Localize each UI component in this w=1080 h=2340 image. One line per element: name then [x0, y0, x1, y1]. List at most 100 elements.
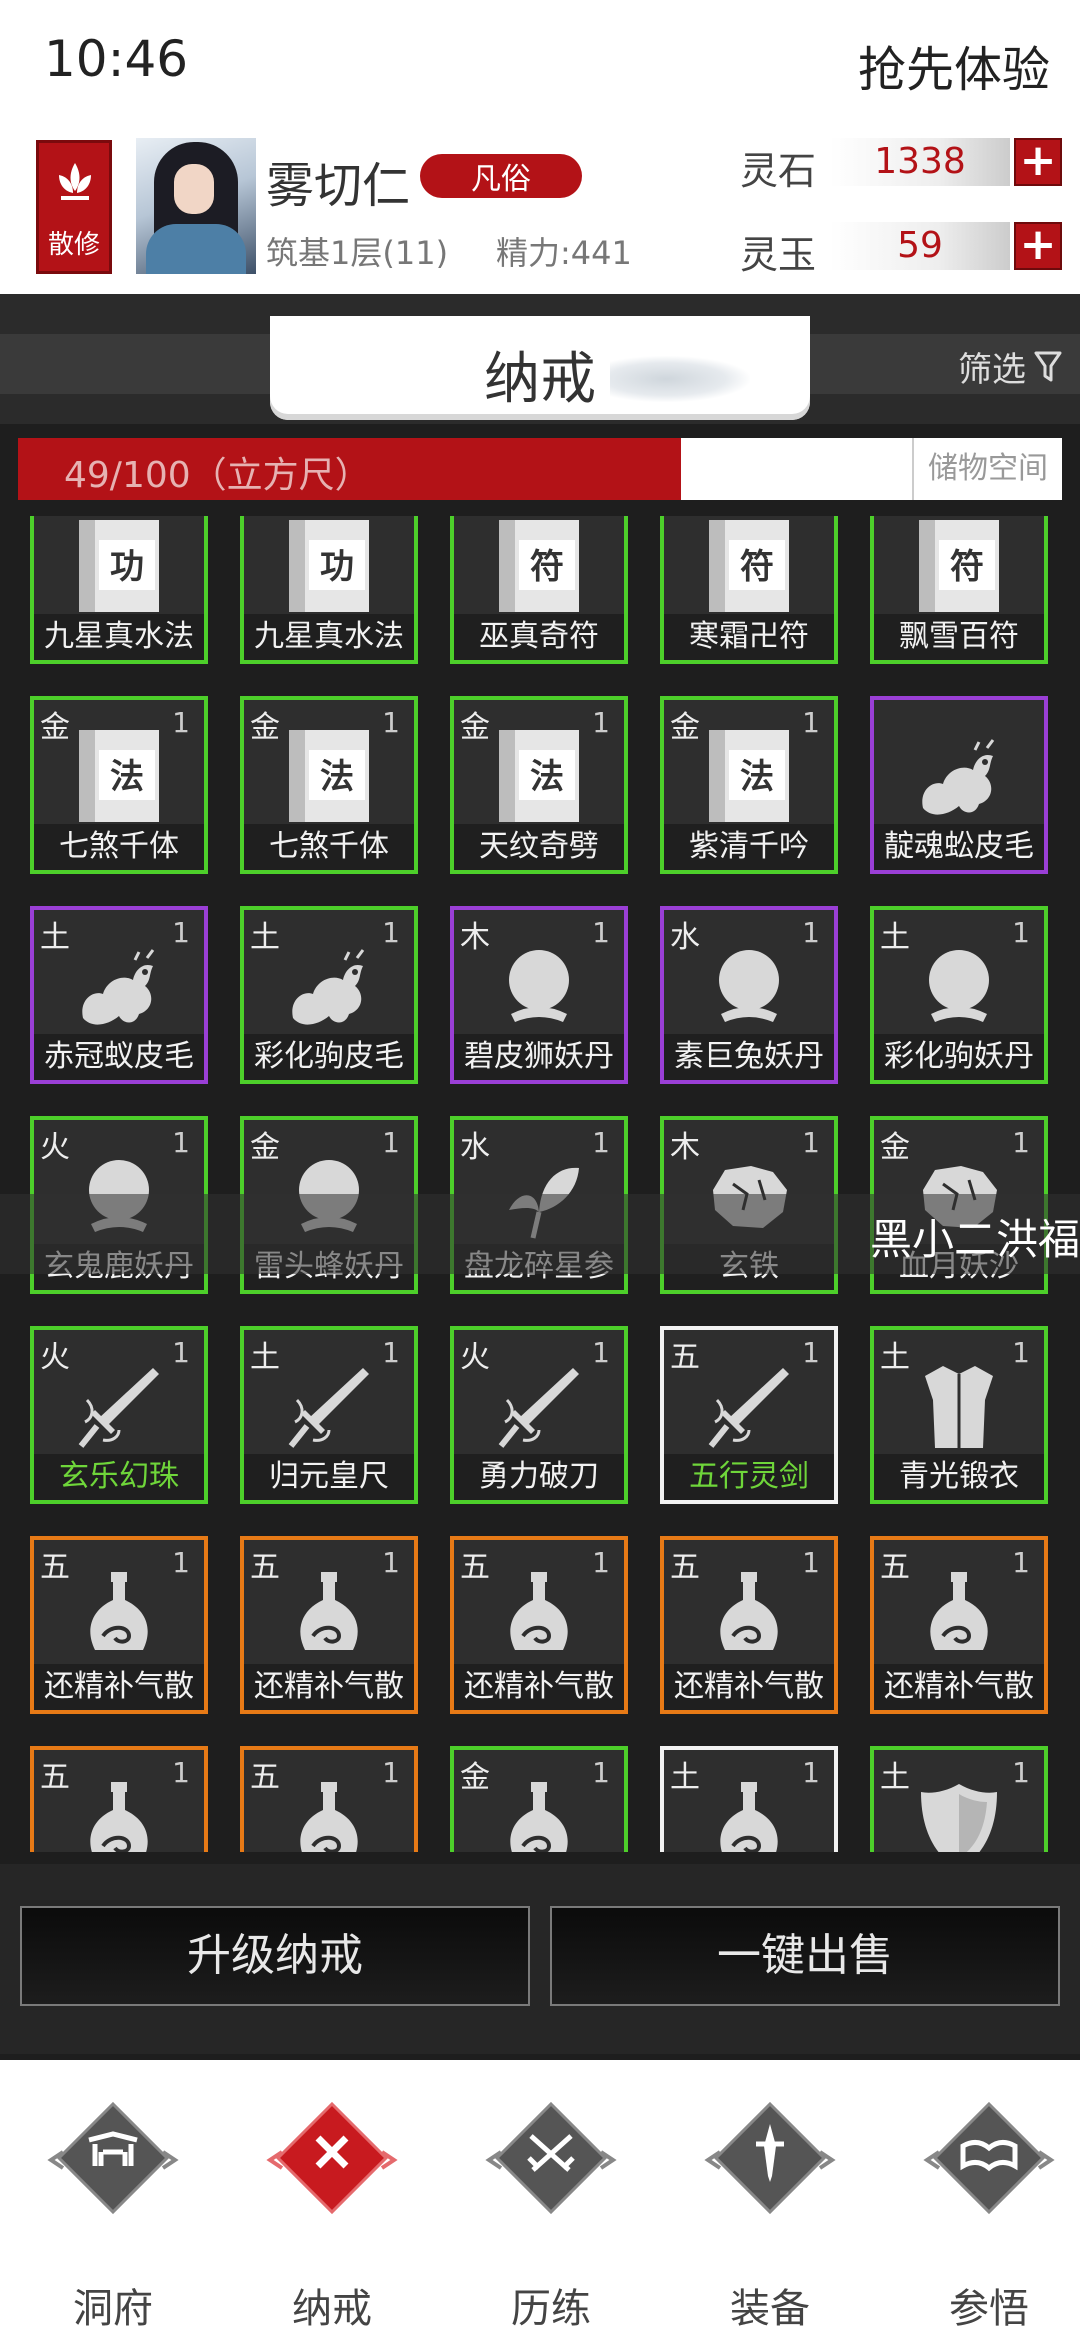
item-element: 金 [460, 710, 490, 745]
potion-icon [283, 1570, 375, 1662]
inventory-item[interactable]: 土 1 彩化驹皮毛 [240, 906, 418, 1084]
inventory-item[interactable]: 符 巫真奇符 [450, 516, 628, 664]
capacity-text: 49/100（立方尺） [64, 455, 371, 496]
inventory-item[interactable]: 符 飘雪百符 [870, 516, 1048, 664]
inventory-item[interactable]: 金 1 法 七煞千体 [240, 696, 418, 874]
inventory-item[interactable]: 五1 [30, 1746, 208, 1852]
inventory-item[interactable]: 五 1 还精补气散 [450, 1536, 628, 1714]
bottom-nav: 洞府 纳戒 历练 装备 参悟 [0, 2060, 1080, 2340]
potion-icon [493, 1570, 585, 1662]
svg-text:功: 功 [320, 547, 354, 587]
nav-label: 洞府 [73, 2286, 153, 2332]
title-tab: 纳戒 [270, 316, 810, 420]
inventory-item[interactable]: 土1 [660, 1746, 838, 1852]
manual-icon: 符 [493, 520, 585, 612]
manual-icon: 法 [73, 730, 165, 822]
svg-text:法: 法 [530, 757, 564, 797]
item-element: 木 [670, 1130, 700, 1165]
spirit-jade-label: 灵玉 [740, 233, 817, 277]
nav-item-gate[interactable]: 洞府 [33, 2100, 193, 2332]
energy-value: 精力:441 [496, 234, 632, 272]
status-time: 10:46 [44, 30, 189, 88]
nav-item-book[interactable]: 参悟 [909, 2100, 1069, 2332]
item-quantity: 1 [172, 1756, 190, 1789]
title-bar: 纳戒 筛选 [0, 294, 1080, 424]
item-element: 五 [670, 1550, 700, 1585]
inventory-item[interactable]: 土 1 赤冠蚁皮毛 [30, 906, 208, 1084]
item-quantity: 1 [172, 1336, 190, 1369]
inventory-item[interactable]: 土 1 青光锻衣 [870, 1326, 1048, 1504]
action-bar: 升级纳戒 一键出售 [0, 1864, 1080, 2054]
sect-label: 散修 [47, 230, 100, 260]
inventory-item[interactable]: 金 1 法 七煞千体 [30, 696, 208, 874]
inventory-item[interactable]: 五 1 还精补气散 [870, 1536, 1048, 1714]
inventory-item[interactable]: 五 1 还精补气散 [240, 1536, 418, 1714]
item-name: 彩化驹妖丹 [874, 1034, 1044, 1080]
item-name: 素巨兔妖丹 [664, 1034, 834, 1080]
nav-label: 历练 [511, 2286, 591, 2332]
item-name: 青光锻衣 [874, 1454, 1044, 1500]
spirit-jade-value: 59 [830, 222, 1010, 270]
item-element: 土 [670, 1760, 700, 1795]
nav-label: 参悟 [949, 2286, 1029, 2332]
inventory-item[interactable]: 土1 [870, 1746, 1048, 1852]
item-quantity: 1 [802, 706, 820, 739]
svg-text:法: 法 [740, 757, 774, 797]
item-quantity: 1 [1012, 916, 1030, 949]
item-quantity: 1 [592, 1546, 610, 1579]
upgrade-ring-button[interactable]: 升级纳戒 [20, 1906, 530, 2006]
inventory-item[interactable]: 水 1 素巨兔妖丹 [660, 906, 838, 1084]
item-name: 勇力破刀 [454, 1454, 624, 1500]
inventory-item[interactable]: 金1 [450, 1746, 628, 1852]
inventory-item[interactable]: 木 1 碧皮狮妖丹 [450, 906, 628, 1084]
item-element: 五 [460, 1550, 490, 1585]
item-element: 火 [460, 1340, 490, 1375]
filter-button[interactable]: 筛选 [958, 342, 1062, 391]
inventory-item[interactable]: 符 寒霜卍符 [660, 516, 838, 664]
item-quantity: 1 [1012, 1126, 1030, 1159]
item-name: 七煞千体 [34, 824, 204, 870]
sell-all-button[interactable]: 一键出售 [550, 1906, 1060, 2006]
item-element: 土 [40, 920, 70, 955]
inventory-item[interactable]: 五 1 还精补气散 [660, 1536, 838, 1714]
potion-icon [703, 1780, 795, 1852]
item-name: 碧皮狮妖丹 [454, 1034, 624, 1080]
item-element: 火 [40, 1130, 70, 1165]
add-spirit-jade-button[interactable]: + [1014, 222, 1062, 270]
sect-badge[interactable]: 散修 [36, 140, 112, 274]
inventory-item[interactable]: 土 1 归元皇尺 [240, 1326, 418, 1504]
svg-text:符: 符 [740, 547, 774, 587]
inventory-item[interactable]: 五 1 五行灵剑 [660, 1326, 838, 1504]
pelt-icon [73, 940, 165, 1032]
pelt-icon [283, 940, 375, 1032]
inventory-item[interactable]: 金 1 法 天纹奇劈 [450, 696, 628, 874]
inventory-item[interactable]: 火 1 勇力破刀 [450, 1326, 628, 1504]
inventory-item[interactable]: 靛魂蚣皮毛 [870, 696, 1048, 874]
item-element: 土 [250, 1340, 280, 1375]
cultivation-realm: 筑基1层(11) [266, 234, 449, 272]
item-quantity: 1 [592, 1336, 610, 1369]
item-quantity: 1 [802, 1756, 820, 1789]
nav-item-ring[interactable]: 纳戒 [252, 2100, 412, 2332]
item-name: 赤冠蚁皮毛 [34, 1034, 204, 1080]
potion-icon [493, 1780, 585, 1852]
rank-badge: 凡俗 [420, 154, 582, 198]
inventory-item[interactable]: 功 九星真水法 [30, 516, 208, 664]
manual-icon: 符 [913, 520, 1005, 612]
nav-item-swords[interactable]: 历练 [471, 2100, 631, 2332]
avatar[interactable] [136, 138, 256, 274]
inventory-grid[interactable]: 功 九星真水法 功 九星真水法 符 巫真奇符 符 寒霜卍符 符 飘雪百符 金 1… [0, 516, 1080, 1852]
storage-space-button[interactable]: 储物空间 [912, 438, 1062, 500]
nav-item-dagger[interactable]: 装备 [690, 2100, 850, 2332]
item-element: 金 [250, 1130, 280, 1165]
item-name: 还精补气散 [454, 1664, 624, 1710]
inventory-item[interactable]: 土 1 彩化驹妖丹 [870, 906, 1048, 1084]
inventory-item[interactable]: 五 1 还精补气散 [30, 1536, 208, 1714]
manual-icon: 法 [493, 730, 585, 822]
inventory-item[interactable]: 功 九星真水法 [240, 516, 418, 664]
add-spirit-stone-button[interactable]: + [1014, 138, 1062, 186]
weapon-icon [283, 1360, 375, 1452]
inventory-item[interactable]: 火 1 玄乐幻珠 [30, 1326, 208, 1504]
inventory-item[interactable]: 五1 [240, 1746, 418, 1852]
inventory-item[interactable]: 金 1 法 紫清千吟 [660, 696, 838, 874]
